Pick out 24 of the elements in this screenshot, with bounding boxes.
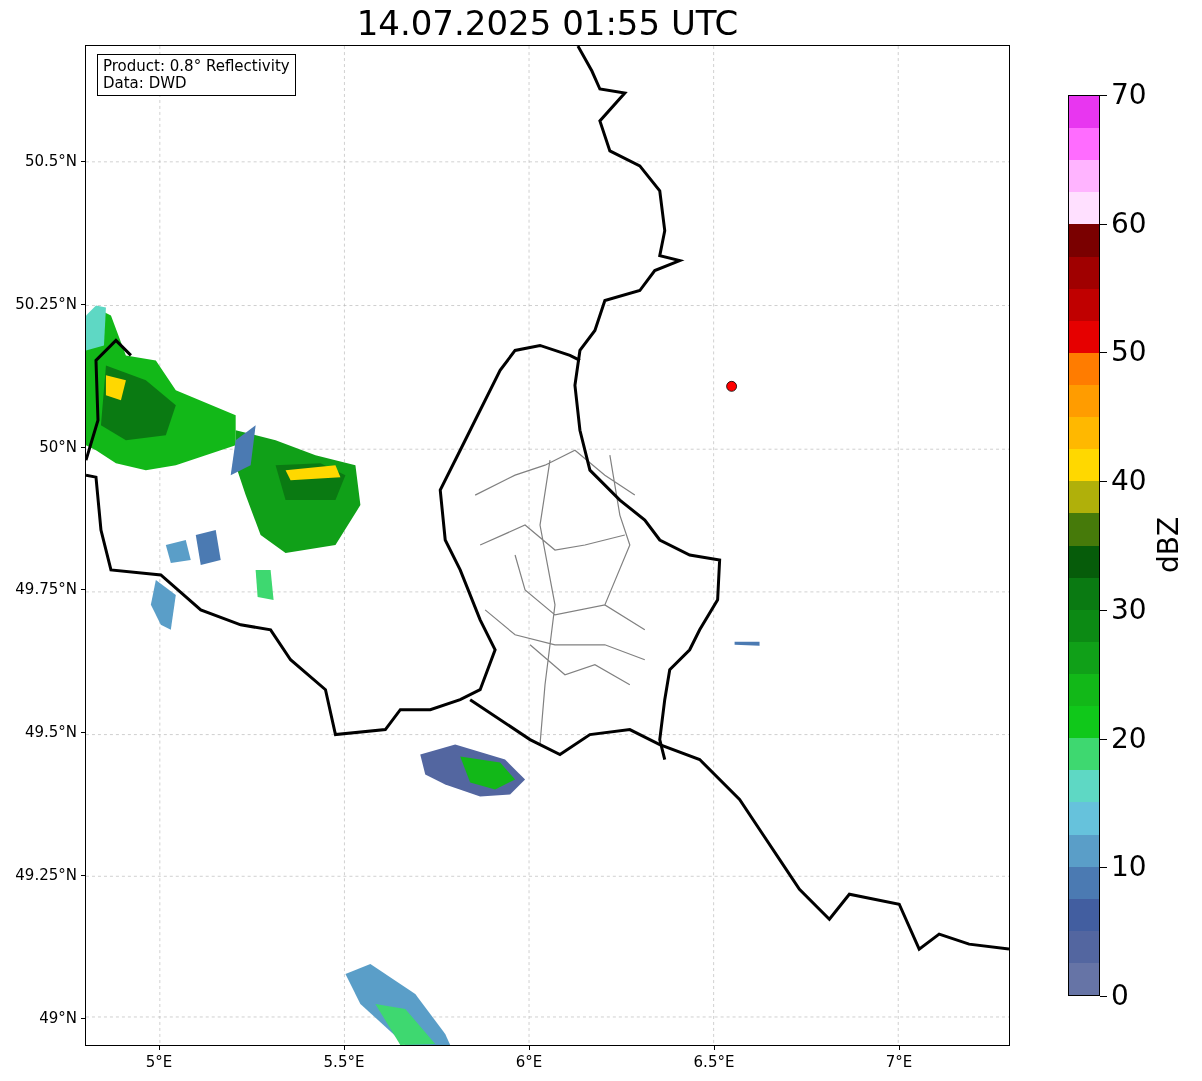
- latitude-label: 50.25°N: [15, 294, 77, 313]
- latitude-label: 50°N: [39, 437, 77, 456]
- colorbar-tick-label: 40: [1111, 464, 1147, 499]
- colorbar-tick-label: 10: [1111, 850, 1147, 885]
- latitude-label: 49.5°N: [24, 723, 77, 742]
- longitude-label: 5°E: [144, 1053, 174, 1071]
- info-text: Product: 0.8° Reflectivity: [103, 58, 290, 75]
- longitude-label: 6°E: [514, 1053, 544, 1071]
- latitude-label: 50.5°N: [24, 152, 77, 170]
- longitude-label: 6.5°E: [692, 1053, 736, 1071]
- colorbar-label: dBZ: [1152, 516, 1186, 573]
- longitude-label: 7°E: [884, 1053, 914, 1071]
- latitude-label: 49.25°N: [15, 866, 77, 884]
- latitude-label: 49°N: [39, 1008, 77, 1027]
- colorbar-tick-label: 0: [1111, 979, 1129, 1013]
- colorbar-tick-label: 30: [1111, 592, 1147, 627]
- colorbar-tick-label: 60: [1111, 206, 1147, 241]
- latitude-label: 49.75°N: [15, 580, 77, 599]
- chart-title: 14.07.2025 01:55 UTC: [356, 3, 739, 45]
- longitude-label: 5.5°E: [322, 1053, 366, 1071]
- colorbar-tick-label: 70: [1111, 78, 1147, 112]
- colorbar-tick-label: 20: [1111, 721, 1147, 756]
- info-text: Data: DWD: [103, 75, 188, 92]
- colorbar-tick-label: 50: [1111, 335, 1147, 370]
